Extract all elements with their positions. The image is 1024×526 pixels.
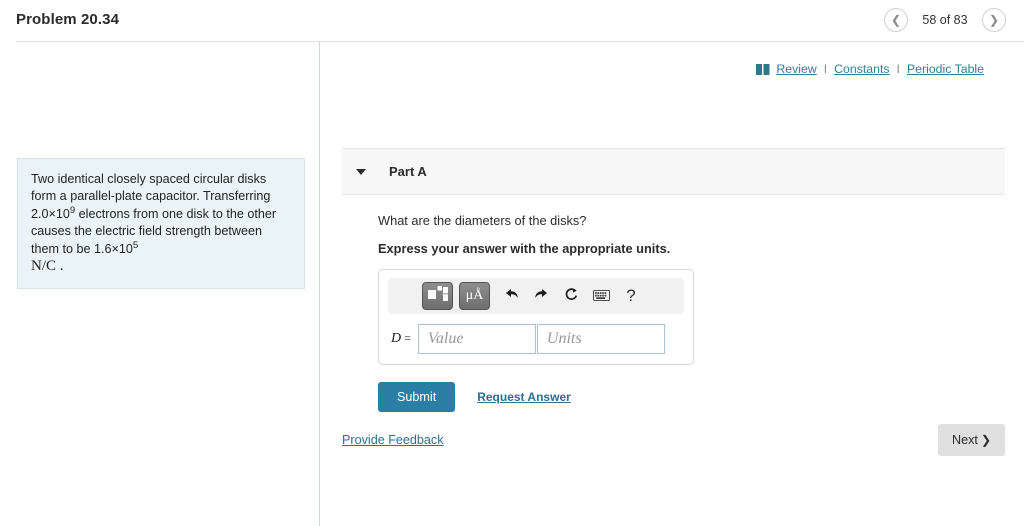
submit-row: Submit Request Answer [378,382,1005,412]
part-a-header[interactable]: Part A [342,148,1005,195]
next-part-label: Next [952,433,978,447]
undo-button[interactable] [496,282,526,310]
resource-links: Review I Constants I Periodic Table [756,62,984,76]
answer-entry-box: μÅ ? D = Value Units [378,269,694,365]
part-a-label: Part A [389,164,427,179]
book-icon [756,63,770,75]
units-input[interactable] [536,324,665,354]
part-footer: Provide Feedback Next ❯ [342,424,1005,456]
provide-feedback-link[interactable]: Provide Feedback [342,433,444,447]
redo-button[interactable] [526,282,556,310]
review-link[interactable]: Review [776,62,816,76]
periodic-table-link[interactable]: Periodic Table [907,62,984,76]
redo-arrow-icon [534,287,549,305]
constants-link[interactable]: Constants [834,62,889,76]
caret-down-icon[interactable] [356,168,366,175]
reset-circular-arrow-icon [564,287,579,306]
undo-arrow-icon [504,287,519,305]
page-title: Problem 20.34 [16,11,120,28]
request-answer-link[interactable]: Request Answer [477,390,571,404]
part-a-panel: Part A What are the diameters of the dis… [342,148,1005,412]
keyboard-icon [592,288,610,305]
problem-count-label: 58 of 83 [922,13,968,27]
top-bar: Problem 20.34 ❮ 58 of 83 ❯ [0,0,1024,42]
help-button[interactable]: ? [616,282,646,310]
instruction-text: Express your answer with the appropriate… [378,241,671,256]
part-a-body: What are the diameters of the disks? Exp… [342,195,1005,412]
reset-button[interactable] [556,282,586,310]
answer-input-row: D = [388,324,684,354]
keyboard-button[interactable] [586,282,616,310]
chevron-left-icon: ❮ [890,13,902,27]
previous-problem-button[interactable]: ❮ [884,8,908,32]
question-text: What are the diameters of the disks? [378,213,587,228]
next-problem-button[interactable]: ❯ [982,8,1006,32]
chevron-right-icon: ❯ [980,433,991,447]
problem-work-column: Review I Constants I Periodic Table Part… [320,42,1024,526]
problem-units: N/C . [31,258,64,275]
next-part-button[interactable]: Next ❯ [938,424,1005,456]
submit-button[interactable]: Submit [378,382,456,412]
link-separator-2: I [896,62,900,76]
problem-exponent-2: 5 [132,239,139,251]
problem-statement-column: Two identical closely spaced circular di… [0,42,319,526]
content-area: Two identical closely spaced circular di… [0,42,1024,526]
value-input[interactable] [417,324,536,354]
math-template-icon [427,286,448,306]
problem-pager: ❮ 58 of 83 ❯ [884,8,1006,32]
variable-label: D = [391,331,411,346]
units-palette-button[interactable]: μÅ [459,282,490,310]
problem-statement-box: Two identical closely spaced circular di… [17,158,305,290]
chevron-right-icon: ❯ [988,13,1000,27]
link-separator-1: I [823,62,828,76]
math-template-button[interactable] [422,282,453,310]
math-toolbar: μÅ ? [388,278,684,314]
